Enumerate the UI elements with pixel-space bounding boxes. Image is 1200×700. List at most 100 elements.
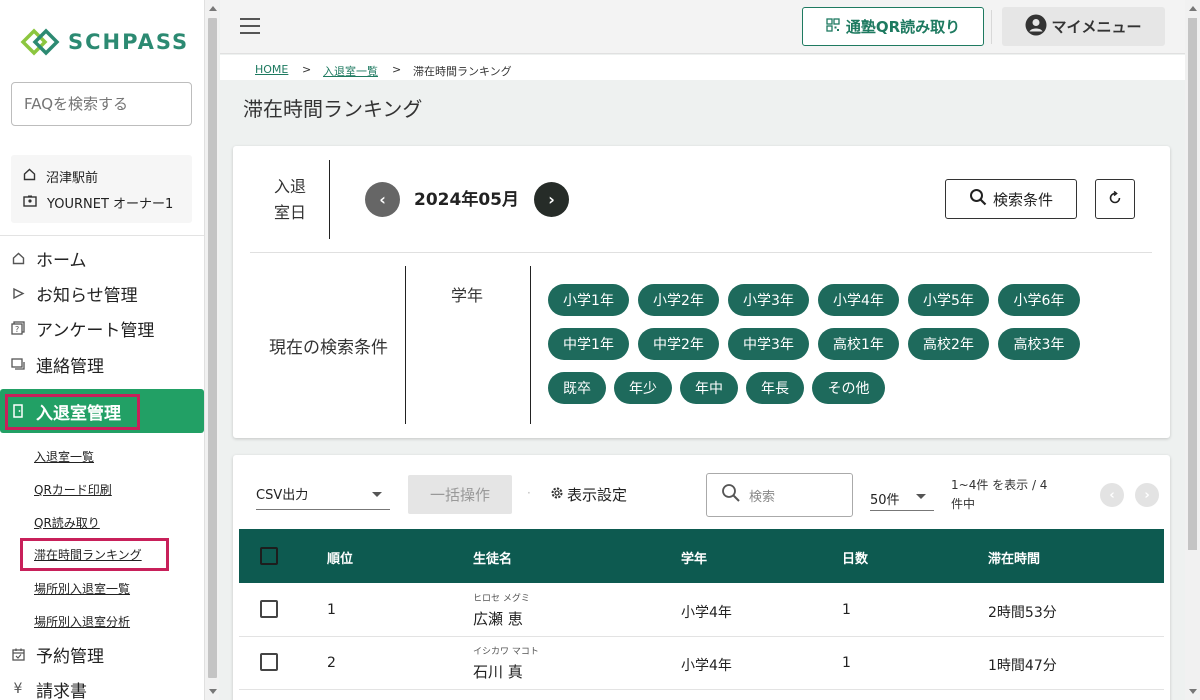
table-row[interactable]: 1 ヒロセ メグミ 広瀬 恵 小学4年 1 2時間53分 bbox=[239, 584, 1164, 637]
breadcrumb-home[interactable]: HOME bbox=[255, 63, 288, 76]
nav-item-home[interactable]: ホーム bbox=[0, 241, 204, 275]
grade-chip[interactable]: 中学1年 bbox=[548, 328, 629, 360]
search-icon bbox=[721, 483, 741, 507]
column-header-rank[interactable]: 順位 bbox=[327, 548, 353, 567]
rank-cell: 2 bbox=[327, 655, 336, 671]
scroll-down-arrow-icon[interactable] bbox=[209, 689, 217, 694]
prev-page-button[interactable]: ‹ bbox=[1100, 483, 1124, 507]
nav-item-reservation[interactable]: 予約管理 bbox=[0, 637, 204, 671]
search-placeholder: 検索 bbox=[749, 489, 776, 505]
chevron-left-icon: ‹ bbox=[1109, 487, 1115, 503]
select-all-checkbox[interactable] bbox=[260, 547, 278, 565]
nav-item-survey[interactable]: ? アンケート管理 bbox=[0, 311, 204, 345]
bulk-action-button[interactable]: 一括操作 bbox=[408, 475, 512, 514]
nav-item-notice[interactable]: お知らせ管理 bbox=[0, 276, 204, 310]
sidebar-scrollbar[interactable] bbox=[204, 0, 219, 700]
scrollbar-thumb[interactable] bbox=[1188, 18, 1197, 550]
grade-label: 学年 bbox=[451, 286, 484, 305]
sub-item-entry-list[interactable]: 入退室一覧 bbox=[34, 448, 94, 465]
column-header-stay-time[interactable]: 滞在時間 bbox=[988, 548, 1040, 567]
grade-chip[interactable]: 中学2年 bbox=[638, 328, 719, 360]
display-settings-label: 表示設定 bbox=[567, 486, 628, 504]
per-page-value: 50件 bbox=[870, 493, 900, 508]
sub-item-qr-print[interactable]: QRカード印刷 bbox=[34, 481, 112, 498]
breadcrumb-entry-list[interactable]: 入退室一覧 bbox=[323, 63, 378, 79]
qr-scan-button[interactable]: 通塾QR読み取り bbox=[802, 7, 984, 46]
grade-chip[interactable]: 小学4年 bbox=[818, 284, 899, 316]
page-scrollbar[interactable] bbox=[1185, 0, 1200, 700]
school-name: 沼津駅前 bbox=[46, 171, 99, 186]
grade-chip[interactable]: 年少 bbox=[614, 372, 672, 404]
current-conditions-label: 現在の検索条件 bbox=[269, 338, 388, 358]
logo[interactable]: SCHPASS bbox=[20, 27, 189, 57]
grade-chip[interactable]: 年長 bbox=[746, 372, 804, 404]
breadcrumb-current: 滞在時間ランキング bbox=[413, 65, 512, 78]
grade-chip[interactable]: 高校2年 bbox=[908, 328, 989, 360]
grade-chip[interactable]: 小学3年 bbox=[728, 284, 809, 316]
date-label-line1: 入退 bbox=[273, 177, 306, 196]
hamburger-menu-icon[interactable] bbox=[240, 18, 260, 34]
grade-chip[interactable]: その他 bbox=[812, 372, 885, 404]
scrollbar-thumb[interactable] bbox=[208, 18, 217, 678]
rank-cell: 1 bbox=[327, 602, 336, 618]
grade-chip[interactable]: 高校3年 bbox=[998, 328, 1080, 360]
row-checkbox[interactable] bbox=[260, 653, 278, 671]
per-page-select[interactable]: 50件 bbox=[870, 483, 934, 511]
search-conditions-button[interactable]: 検索条件 bbox=[945, 179, 1077, 219]
stay-time-cell: 1時間47分 bbox=[988, 658, 1057, 674]
table-row[interactable]: 2 イシカワ マコト 石川 真 小学4年 1 1時間47分 bbox=[239, 637, 1164, 690]
reload-button[interactable] bbox=[1095, 179, 1135, 219]
grade-chip[interactable]: 小学2年 bbox=[638, 284, 719, 316]
chevron-left-icon: ‹ bbox=[379, 190, 386, 209]
csv-export-select[interactable]: CSV出力 bbox=[256, 476, 390, 510]
my-menu-label: マイメニュー bbox=[1051, 18, 1142, 36]
breadcrumb: HOME > 入退室一覧 > 滞在時間ランキング bbox=[220, 55, 1185, 80]
svg-text:?: ? bbox=[15, 325, 19, 334]
grade-chip[interactable]: 高校1年 bbox=[818, 328, 899, 360]
id-card-icon bbox=[23, 195, 37, 211]
nav-item-invoice[interactable]: ¥ 請求書 bbox=[0, 672, 204, 700]
sub-item-qr-scan[interactable]: QR読み取り bbox=[34, 514, 100, 531]
prev-month-button[interactable]: ‹ bbox=[365, 182, 400, 217]
grade-chip[interactable]: 年中 bbox=[680, 372, 738, 404]
account-panel: 沼津駅前 YOURNET オーナー1 bbox=[11, 155, 192, 223]
qr-code-icon bbox=[826, 17, 840, 36]
grade-chip[interactable]: 既卒 bbox=[548, 372, 606, 404]
nav-label: お知らせ管理 bbox=[36, 285, 138, 306]
next-page-button[interactable]: › bbox=[1135, 483, 1159, 507]
scroll-up-arrow-icon[interactable] bbox=[1189, 6, 1197, 11]
grade-chip[interactable]: 小学5年 bbox=[908, 284, 989, 316]
sub-item-location-list[interactable]: 場所別入退室一覧 bbox=[34, 580, 130, 597]
grade-chip[interactable]: 中学3年 bbox=[728, 328, 809, 360]
date-label-line2: 室日 bbox=[273, 203, 306, 222]
chevron-right-icon: › bbox=[548, 190, 555, 209]
grade-cell: 小学4年 bbox=[681, 658, 732, 674]
divider-line bbox=[329, 160, 330, 239]
nav-item-message[interactable]: 連絡管理 bbox=[0, 347, 204, 381]
faq-search-input[interactable] bbox=[11, 82, 192, 126]
grade-chip[interactable]: 小学1年 bbox=[548, 284, 629, 316]
nav-label: 連絡管理 bbox=[36, 356, 104, 377]
display-settings-button[interactable]: 表示設定 bbox=[550, 484, 627, 505]
message-icon bbox=[0, 357, 36, 371]
logo-text: SCHPASS bbox=[68, 30, 190, 54]
page-title: 滞在時間ランキング bbox=[243, 97, 423, 121]
dropdown-caret-icon bbox=[372, 492, 382, 497]
row-checkbox[interactable] bbox=[260, 600, 278, 618]
sub-item-location-analysis[interactable]: 場所別入退室分析 bbox=[34, 613, 130, 630]
gear-icon bbox=[550, 486, 564, 504]
my-menu-button[interactable]: マイメニュー bbox=[1002, 7, 1165, 46]
sidebar: SCHPASS 沼津駅前 YOURNET オーナー1 ホーム お知らせ管理 bbox=[0, 0, 204, 700]
yen-icon: ¥ bbox=[13, 681, 23, 697]
user-row: YOURNET オーナー1 bbox=[23, 193, 173, 212]
column-header-grade[interactable]: 学年 bbox=[681, 548, 707, 567]
table-search-input[interactable]: 検索 bbox=[706, 473, 853, 517]
student-name[interactable]: 石川 真 bbox=[473, 661, 523, 682]
grade-chip[interactable]: 小学6年 bbox=[998, 284, 1080, 316]
column-header-days[interactable]: 日数 bbox=[842, 548, 868, 567]
next-month-button[interactable]: › bbox=[534, 182, 569, 217]
scroll-down-arrow-icon[interactable] bbox=[1189, 689, 1197, 694]
column-header-student[interactable]: 生徒名 bbox=[473, 548, 512, 567]
student-name[interactable]: 広瀬 恵 bbox=[473, 608, 523, 629]
scroll-up-arrow-icon[interactable] bbox=[209, 6, 217, 11]
